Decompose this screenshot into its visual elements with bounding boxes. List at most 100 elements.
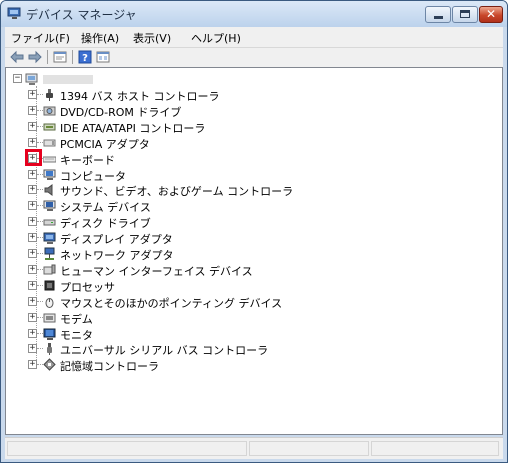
tree-node-label: ディスク ドライブ [60,217,151,231]
expand-toggle[interactable]: + [28,296,37,306]
computer-name-redacted [43,75,93,84]
tree-node[interactable]: + システム デバイス [28,198,498,215]
tree-node-label: DVD/CD-ROM ドライブ [60,105,182,119]
menu-action[interactable]: 操作(A) [81,30,119,46]
tree-node[interactable]: + ディスク ドライブ [28,214,498,231]
tree-node-label: PCMCIA アダプタ [60,137,150,151]
menu-view[interactable]: 表示(V) [133,30,171,46]
tree-node-label: ヒューマン インターフェイス デバイス [60,264,253,278]
tree-node-label: 記憶域コントローラ [60,360,159,374]
expand-toggle[interactable]: + [28,312,37,322]
tree-node[interactable]: + ヒューマン インターフェイス デバイス [28,262,498,278]
window-title: デバイス マネージャ [26,8,137,22]
tree-node-label: ネットワーク アダプタ [60,249,174,262]
keyboard-icon [43,156,56,163]
tree-node-label: ユニバーサル シリアル バス コントローラ [60,344,269,358]
expand-toggle[interactable]: + [28,185,37,195]
status-segment [249,441,369,456]
menu-bar: ファイル(F) 操作(A) 表示(V) ヘルプ(H) [5,27,503,47]
expand-toggle[interactable]: + [28,217,37,227]
toolbar-separator [72,50,73,64]
tree-node-label: ディスプレイ アダプタ [60,233,173,247]
tree-node[interactable]: + ネットワーク アダプタ [28,246,498,262]
close-button[interactable]: ✕ [479,6,503,23]
minimize-button[interactable] [425,6,451,23]
forward-arrow-icon[interactable] [28,50,42,64]
monitor-icon [43,328,56,340]
tree-node-label: サウンド、ビデオ、およびゲーム コントローラ [60,185,294,199]
minimize-icon [434,16,443,19]
expand-toggle[interactable]: + [28,344,37,354]
ide-controller-icon [43,123,56,131]
processor-icon [44,280,55,291]
tree-node-label: キーボード [60,153,115,167]
expand-toggle[interactable]: + [28,280,37,290]
tree-node-label: 1394 バス ホスト コントローラ [60,90,220,103]
tree-node-label: システム デバイス [60,201,151,215]
disk-drive-icon [43,219,56,226]
tree-node-label: モニタ [60,328,93,342]
expand-toggle[interactable]: + [28,90,37,99]
root-collapse-toggle[interactable]: − [13,74,22,83]
expand-toggle[interactable]: + [28,169,37,179]
keyboard-expander-highlight [25,149,42,166]
menu-file[interactable]: ファイル(F) [11,30,70,46]
tree-node-label: マウスとそのほかのポインティング デバイス [60,296,283,310]
title-bar[interactable]: デバイス マネージャ ✕ [1,1,507,27]
expand-toggle[interactable]: + [28,137,37,147]
mouse-icon [45,297,54,308]
toolbar: ? [5,47,503,67]
cdrom-icon [43,106,56,116]
close-icon: ✕ [485,7,497,21]
display-adapter-icon [43,232,56,245]
status-bar [5,437,503,459]
tree-node[interactable]: + PCMCIA アダプタ [28,135,498,151]
system-device-icon [43,200,56,212]
tree-node[interactable]: +1394 バス ホスト コントローラ [28,87,498,103]
tree-node-label: プロセッサ [60,280,115,294]
tree-node[interactable]: + ユニバーサル シリアル バス コントローラ [28,341,498,358]
maximize-button[interactable] [452,6,478,23]
device-manager-icon [7,7,21,19]
pcmcia-icon [43,139,56,147]
view-icon[interactable] [96,50,110,64]
tree-node-label: コンピュータ [60,169,126,183]
help-icon[interactable]: ? [78,50,92,64]
tree-node[interactable]: + モデム [28,310,498,326]
usb-icon [47,343,52,356]
properties-icon[interactable] [53,50,67,64]
expand-toggle[interactable]: + [28,233,37,243]
computer-icon [43,169,56,180]
tree-node[interactable]: + 記憶域コントローラ [28,357,498,374]
tree-node[interactable]: + モニタ [28,326,498,342]
tree-node[interactable]: + キーボード [28,151,498,167]
status-segment [371,441,499,456]
expand-toggle[interactable]: + [28,360,37,370]
maximize-icon [460,10,470,18]
expand-toggle[interactable]: + [28,249,37,258]
tree-node[interactable]: + コンピュータ [28,167,498,183]
expand-toggle[interactable]: + [28,264,37,274]
tree-node[interactable]: + マウスとそのほかのポインティング デバイス [28,294,498,310]
tree-node[interactable]: + ディスプレイ アダプタ [28,230,498,247]
device-manager-window: デバイス マネージャ ✕ ファイル(F) 操作(A) 表示(V) ヘルプ(H) [0,0,508,463]
device-tree-pane[interactable]: − +1394 バス ホスト コントローラ + DVD/CD-ROM ドライブ + ID… [5,67,503,435]
modem-icon [43,313,56,323]
tree-node[interactable]: + プロセッサ [28,278,498,294]
speaker-icon [44,184,53,197]
tree-node-label: IDE ATA/ATAPI コントローラ [60,121,206,135]
tree-node-label: モデム [60,312,93,326]
computer-root-icon [25,73,38,85]
tree-node[interactable]: + IDE ATA/ATAPI コントローラ [28,119,498,135]
expand-toggle[interactable]: + [28,201,37,211]
tree-node[interactable]: + サウンド、ビデオ、およびゲーム コントローラ [28,182,498,199]
plug-icon [46,89,53,101]
back-arrow-icon[interactable] [10,50,24,64]
expand-toggle[interactable]: + [28,105,37,115]
menu-help[interactable]: ヘルプ(H) [191,30,241,46]
toolbar-separator [47,50,48,64]
expand-toggle[interactable]: + [28,121,37,131]
expand-toggle[interactable]: + [28,328,37,338]
hid-icon [43,264,56,275]
tree-node[interactable]: + DVD/CD-ROM ドライブ [28,103,498,119]
